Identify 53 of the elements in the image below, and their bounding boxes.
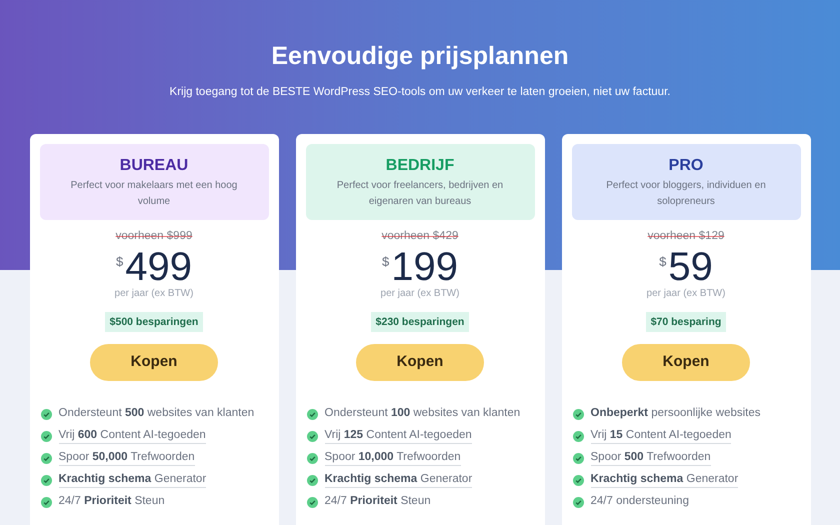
billing-period: per jaar (ex BTW) <box>380 288 460 300</box>
page-subtitle: Krijg toegang tot de BESTE WordPress SEO-tools om uw verkeer te laten groeien, niet uw factuur. <box>170 85 670 100</box>
check-icon <box>306 452 318 464</box>
price: 199 <box>391 246 458 288</box>
feature-text: 24/7 Prioriteit Steun <box>58 494 165 509</box>
check-icon <box>572 430 584 442</box>
plan-description: Perfect voor makelaars met een hoog volume <box>70 179 238 209</box>
billing-period: per jaar (ex BTW) <box>114 288 194 300</box>
feature-text: Ondersteunt 100 websites van klanten <box>324 406 520 421</box>
feature-text: Vrij 600 Content AI-tegoeden <box>58 428 206 444</box>
savings-badge: $70 besparing <box>646 312 726 332</box>
currency-symbol: $ <box>382 254 390 270</box>
check-icon <box>306 408 318 420</box>
savings-badge: $230 besparingen <box>370 312 470 332</box>
check-icon <box>572 408 584 420</box>
check-icon <box>572 474 584 486</box>
check-icon <box>40 496 52 508</box>
feature-text: Krachtig schema Generator <box>58 472 206 488</box>
billing-period: per jaar (ex BTW) <box>646 288 726 300</box>
check-icon <box>572 496 584 508</box>
check-icon <box>306 474 318 486</box>
check-icon <box>40 408 52 420</box>
plan-description: Perfect voor bloggers, individuen en solopreneurs <box>605 179 767 209</box>
buy-button[interactable]: Kopen <box>90 344 218 381</box>
currency-symbol: $ <box>116 254 124 270</box>
plan-name: PRO <box>668 156 704 176</box>
check-icon <box>40 452 52 464</box>
feature-text: Onbeperkt persoonlijke websites <box>590 406 761 421</box>
feature-text: Vrij 15 Content AI-tegoeden <box>590 428 732 444</box>
plan-name: BEDRIJF <box>386 156 454 176</box>
check-icon <box>40 474 52 486</box>
buy-button[interactable]: Kopen <box>622 344 750 381</box>
plan-description: Perfect voor freelancers, bedrijven en eigenaren van bureaus <box>336 179 504 209</box>
feature-text: 24/7 ondersteuning <box>590 494 689 509</box>
feature-text: 24/7 Prioriteit Steun <box>324 494 431 509</box>
currency-symbol: $ <box>659 254 666 270</box>
feature-text: Krachtig schema Generator <box>324 472 472 488</box>
savings-badge: $500 besparingen <box>104 312 204 332</box>
check-icon <box>306 430 318 442</box>
plan-name: BUREAU <box>120 156 188 176</box>
buy-button[interactable]: Kopen <box>356 344 484 381</box>
feature-text: Krachtig schema Generator <box>590 472 738 488</box>
feature-text: Spoor 500 Trefwoorden <box>590 450 711 466</box>
price: 59 <box>668 246 713 288</box>
check-icon <box>572 452 584 464</box>
feature-text: Ondersteunt 500 websites van klanten <box>58 406 254 421</box>
feature-text: Spoor 10,000 Trefwoorden <box>324 450 461 466</box>
feature-text: Spoor 50,000 Trefwoorden <box>58 450 195 466</box>
check-icon <box>40 430 52 442</box>
feature-text: Vrij 125 Content AI-tegoeden <box>324 428 472 444</box>
price: 499 <box>125 246 192 288</box>
page-title: Eenvoudige prijsplannen <box>271 41 569 72</box>
check-icon <box>306 496 318 508</box>
